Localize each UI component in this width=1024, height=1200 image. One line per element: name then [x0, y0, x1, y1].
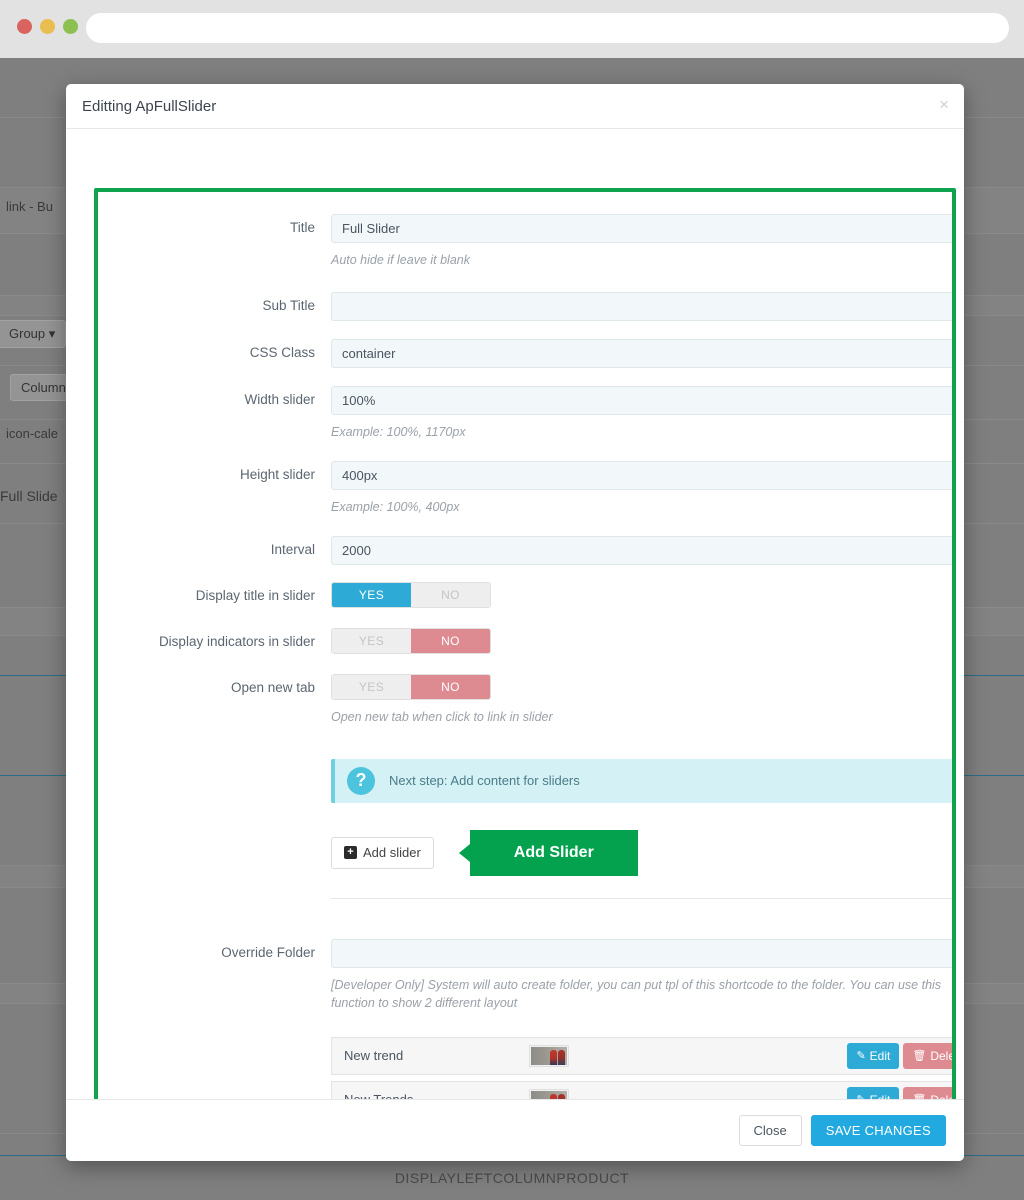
slider-thumbnail	[529, 1044, 569, 1067]
add-slider-button[interactable]: + Add slider	[331, 836, 434, 869]
edit-button[interactable]: ✎ Edit	[847, 1042, 900, 1069]
add-slider-button-label: Add slider	[363, 845, 421, 860]
table-row[interactable]: New trend ✎ Edit 🗑 Dele	[331, 1036, 952, 1075]
help-title: Auto hide if leave it blank	[331, 253, 470, 267]
modal-header: Editting ApFullSlider ×	[66, 84, 964, 129]
next-step-alert-row: ? Next step: Add content for sliders	[98, 758, 952, 803]
help-width-slider: Example: 100%, 1170px	[331, 425, 466, 440]
plus-icon: +	[344, 846, 357, 859]
field-row-title: Title Auto hide if leave it blank	[98, 214, 952, 269]
slider-row-name: New trend	[344, 1048, 404, 1064]
field-row-display-title: Display title in slider YES NO	[98, 582, 952, 610]
bg-column-label: Column	[21, 380, 66, 395]
height-slider-input[interactable]	[331, 461, 952, 491]
next-step-alert: ? Next step: Add content for sliders	[331, 758, 952, 803]
next-step-alert-text: Next step: Add content for sliders	[389, 773, 580, 788]
field-row-interval: Interval	[98, 536, 952, 566]
edit-button-label: Edit	[869, 1048, 891, 1063]
modal-body: Title Auto hide if leave it blank Sub Ti…	[66, 129, 964, 1108]
url-input[interactable]	[86, 13, 1009, 43]
width-slider-input[interactable]	[331, 386, 952, 416]
zoom-window-icon[interactable]	[63, 19, 78, 34]
save-button[interactable]: SAVE CHANGES	[810, 1115, 946, 1146]
label-override-folder: Override Folder	[221, 944, 315, 960]
browser-chrome	[0, 0, 1024, 58]
field-row-display-indicators: Display indicators in slider YES NO	[98, 628, 952, 656]
field-row-sub-title: Sub Title	[98, 292, 952, 322]
label-interval: Interval	[270, 542, 315, 558]
override-folder-input[interactable]	[331, 938, 952, 968]
window-traffic-lights	[17, 19, 78, 34]
label-css-class: CSS Class	[249, 345, 315, 361]
bg-footer-label: DISPLAYLEFTCOLUMNPRODUCT	[394, 1170, 630, 1186]
field-row-width-slider: Width slider Example: 100%, 1170px	[98, 386, 952, 441]
bg-link-label: link - Bu	[6, 199, 53, 214]
trash-icon: 🗑	[912, 1050, 927, 1063]
bg-full-slider-label: Full Slide	[0, 488, 58, 504]
close-window-icon[interactable]	[17, 19, 32, 34]
pencil-icon: ✎	[856, 1050, 866, 1063]
label-display-indicators: Display indicators in slider	[158, 634, 315, 650]
field-row-height-slider: Height slider Example: 100%, 400px	[98, 461, 952, 516]
row-actions: ✎ Edit 🗑 Delete	[847, 1042, 952, 1069]
help-height-slider: Example: 100%, 400px	[331, 500, 460, 515]
delete-button[interactable]: 🗑 Delete	[903, 1042, 952, 1069]
label-height-slider: Height slider	[239, 467, 315, 483]
label-display-title: Display title in slider	[195, 588, 315, 604]
toggle-display-indicators-no[interactable]: NO	[411, 629, 490, 654]
divider	[331, 897, 952, 899]
bg-icon-cale-label: icon-cale	[6, 426, 59, 441]
help-open-new-tab: Open new tab when click to link in slide…	[331, 710, 553, 725]
label-width-slider: Width slider	[244, 392, 315, 408]
toggle-display-title-no[interactable]: NO	[411, 583, 490, 608]
add-slider-callout-label: Add Slider	[513, 843, 594, 861]
toggle-display-title-yes[interactable]: YES	[332, 583, 411, 608]
minimize-window-icon[interactable]	[40, 19, 55, 34]
toggle-open-new-tab-no[interactable]: NO	[411, 675, 490, 700]
modal-footer: Close SAVE CHANGES	[66, 1099, 964, 1161]
close-icon[interactable]: ×	[939, 96, 949, 113]
slider-list: New trend ✎ Edit 🗑 Dele	[331, 1036, 952, 1104]
settings-form: Title Auto hide if leave it blank Sub Ti…	[98, 192, 952, 1104]
field-row-override-folder: Override Folder [Developer Only] System …	[98, 938, 952, 1104]
question-mark-icon: ?	[347, 766, 375, 795]
edit-module-modal: Editting ApFullSlider × Title Auto hide …	[66, 84, 964, 1161]
bg-group-label: Group	[9, 326, 46, 341]
toggle-open-new-tab[interactable]: YES NO	[331, 674, 491, 701]
toggle-display-title[interactable]: YES NO	[331, 582, 491, 609]
add-slider-callout: Add Slider	[469, 829, 638, 876]
cancel-button[interactable]: Close	[738, 1115, 802, 1146]
toggle-display-indicators[interactable]: YES NO	[331, 628, 491, 655]
delete-button-label: Delete	[930, 1048, 952, 1063]
add-slider-row: + Add slider Add Slider	[98, 829, 952, 899]
bg-group-dropdown[interactable]: Group ▾	[0, 320, 67, 348]
sub-title-input[interactable]	[331, 292, 952, 322]
interval-input[interactable]	[331, 536, 952, 566]
page-title: Editting ApFullSlider	[82, 98, 217, 115]
help-override-folder: [Developer Only] System will auto create…	[331, 977, 942, 1010]
label-sub-title: Sub Title	[262, 298, 315, 314]
toggle-display-indicators-yes[interactable]: YES	[332, 629, 411, 654]
css-class-input[interactable]	[331, 339, 952, 369]
title-input[interactable]	[331, 214, 952, 243]
field-row-css-class: CSS Class	[98, 339, 952, 369]
toggle-open-new-tab-yes[interactable]: YES	[332, 675, 411, 700]
field-row-open-new-tab: Open new tab YES NO Open new tab when cl…	[98, 674, 952, 726]
label-title: Title	[289, 220, 315, 235]
label-open-new-tab: Open new tab	[230, 680, 315, 696]
